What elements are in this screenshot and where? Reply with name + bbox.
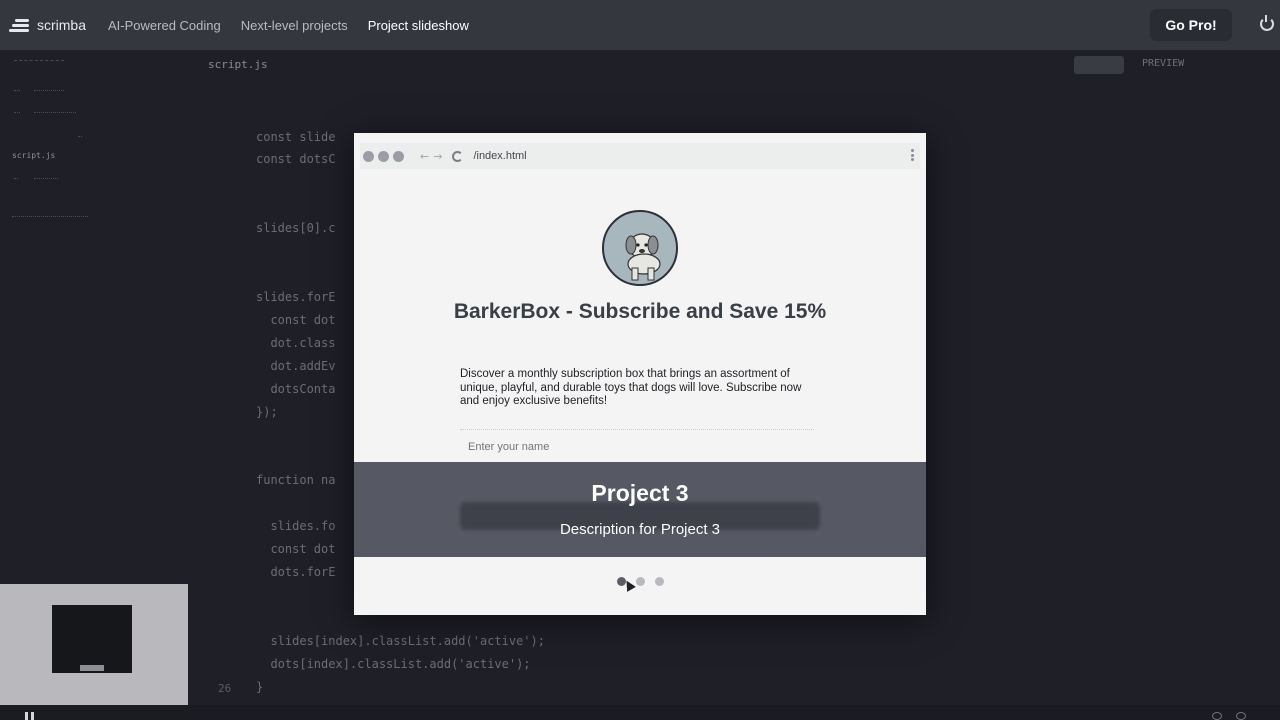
breadcrumb-ai-powered-coding[interactable]: AI-Powered Coding bbox=[108, 18, 221, 33]
dog-logo-icon bbox=[625, 233, 661, 281]
power-icon[interactable] bbox=[1260, 15, 1274, 31]
settings-icon[interactable] bbox=[1212, 712, 1222, 720]
slider-dot[interactable] bbox=[636, 577, 645, 586]
window-maximize-icon[interactable] bbox=[393, 150, 404, 162]
sidebar-divider bbox=[34, 178, 58, 179]
editor-file-tab[interactable]: script.js bbox=[208, 58, 268, 71]
code-line: slides.forE bbox=[256, 290, 336, 304]
sidebar-divider bbox=[12, 216, 88, 217]
sidebar-divider bbox=[34, 112, 76, 113]
code-line: slides[0].c bbox=[256, 221, 336, 235]
scrimba-logo[interactable]: scrimba bbox=[9, 16, 86, 34]
code-line: slides[index].classList.add('active'); bbox=[256, 634, 545, 648]
gear-icon[interactable] bbox=[1236, 712, 1246, 720]
player-control-bar bbox=[0, 705, 1280, 720]
file-sidebar: script.js bbox=[0, 50, 190, 584]
code-line: function na bbox=[256, 473, 336, 487]
breadcrumb-project-slideshow[interactable]: Project slideshow bbox=[368, 18, 469, 33]
top-navigation-bar: scrimba AI-Powered Coding Next-level pro… bbox=[0, 0, 1280, 50]
slide-title: Project 3 bbox=[591, 480, 689, 506]
code-line: dots.forE bbox=[256, 565, 336, 579]
sidebar-divider bbox=[78, 136, 82, 137]
code-line: dots[index].classList.add('active'); bbox=[256, 657, 531, 671]
code-line: }); bbox=[256, 405, 278, 419]
code-line: const slide bbox=[256, 130, 336, 144]
code-line: slides.fo bbox=[256, 519, 336, 533]
window-minimize-icon[interactable] bbox=[378, 150, 389, 162]
sidebar-header bbox=[14, 60, 64, 61]
window-close-icon[interactable] bbox=[363, 150, 374, 162]
pause-icon[interactable] bbox=[25, 712, 37, 720]
code-line: dot.addEv bbox=[256, 359, 336, 373]
code-line: const dot bbox=[256, 313, 336, 327]
browser-toolbar: ← → /index.html bbox=[360, 143, 920, 169]
run-button[interactable] bbox=[1074, 56, 1124, 74]
code-line: dotsConta bbox=[256, 382, 336, 396]
webcam-video bbox=[52, 605, 132, 673]
code-line: } bbox=[256, 680, 264, 694]
address-bar[interactable]: /index.html bbox=[473, 150, 526, 162]
forward-arrow-icon[interactable]: → bbox=[433, 150, 442, 163]
code-line: dot.class bbox=[256, 336, 336, 350]
go-pro-button[interactable]: Go Pro! bbox=[1150, 9, 1232, 41]
page-description: Discover a monthly subscription box that… bbox=[460, 368, 802, 407]
back-arrow-icon[interactable]: ← bbox=[420, 150, 429, 163]
code-line: const dot bbox=[256, 542, 336, 556]
instructor-webcam bbox=[0, 584, 188, 705]
slide-description: Description for Project 3 bbox=[559, 521, 721, 538]
slider-dot[interactable] bbox=[655, 577, 664, 586]
line-number: 26 bbox=[218, 682, 232, 695]
slide-caption-overlay: Project 3 Description for Project 3 bbox=[354, 462, 926, 557]
sidebar-item-script-js[interactable]: script.js bbox=[12, 151, 55, 160]
preview-tab[interactable]: PREVIEW bbox=[1142, 58, 1184, 69]
code-line: const dotsC bbox=[256, 152, 336, 166]
sidebar-divider bbox=[14, 112, 20, 113]
browser-menu-icon[interactable] bbox=[911, 149, 914, 161]
sidebar-divider bbox=[34, 90, 64, 91]
app-name: scrimba bbox=[37, 17, 87, 33]
breadcrumb-next-level-projects[interactable]: Next-level projects bbox=[241, 18, 348, 33]
scrimba-logo-icon bbox=[9, 16, 31, 34]
browser-preview-window: ← → /index.html BarkerBox - Subscribe an… bbox=[354, 133, 926, 615]
overlay-shadow bbox=[768, 546, 922, 551]
sidebar-divider bbox=[14, 90, 20, 91]
barkerbox-dog-logo bbox=[602, 210, 678, 286]
page-headline: BarkerBox - Subscribe and Save 15% bbox=[453, 300, 827, 323]
name-input[interactable] bbox=[460, 429, 814, 455]
sidebar-divider bbox=[14, 178, 18, 179]
reload-icon[interactable] bbox=[452, 150, 464, 162]
